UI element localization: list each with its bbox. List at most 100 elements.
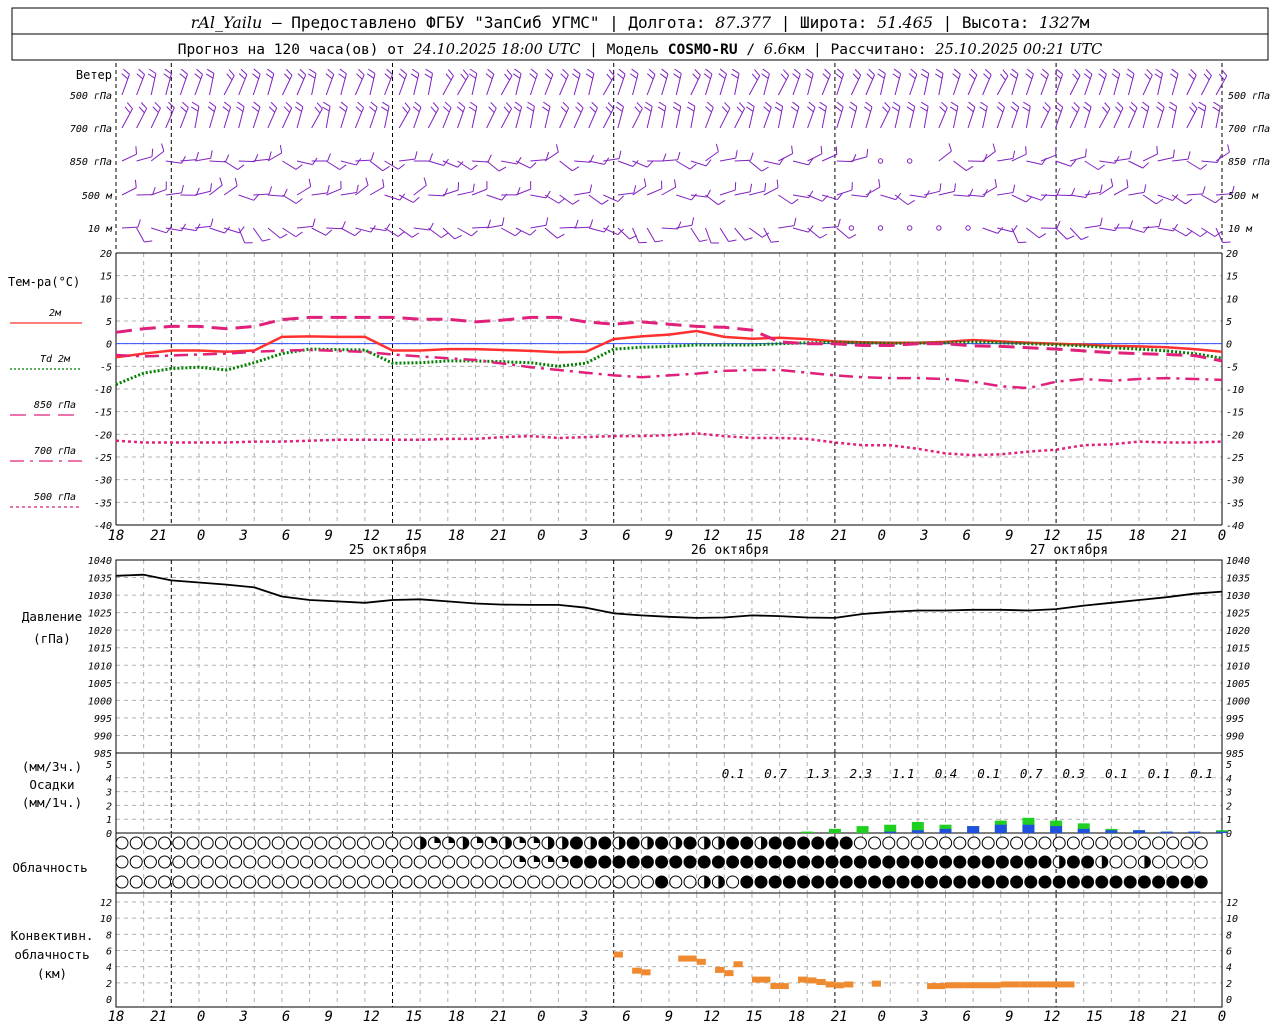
press-ytick-left-2: 1030 — [88, 591, 112, 602]
wind-barb-flag-3-45-0 — [791, 198, 799, 205]
wind-barb-flag-0-34-1 — [617, 73, 624, 80]
cloud-symbol-2-28 — [513, 875, 527, 889]
wind-barb-2-27 — [515, 160, 537, 169]
wind-barb-1-58 — [966, 101, 976, 129]
wind-barb-staff-1-1 — [136, 108, 148, 129]
wind-barb-2-73 — [1186, 160, 1208, 170]
cloud-circle-1-43 — [726, 855, 740, 869]
wind-barb-staff-3-55 — [924, 190, 940, 196]
hour-label-bottom-7: 15 — [405, 1009, 422, 1024]
wind-barb-0-32 — [585, 68, 595, 96]
wind-barb-flag-1-30-0 — [562, 101, 569, 109]
wind-barb-staff-1-41 — [719, 108, 731, 129]
wind-barb-4-46 — [792, 225, 814, 233]
wind-barb-flag-4-19-0 — [411, 232, 420, 238]
cloud-symbol-2-9 — [243, 875, 257, 889]
wind-barb-3-63 — [1040, 188, 1061, 197]
wind-barb-4-5 — [194, 218, 214, 229]
wind-barb-2-71 — [1157, 149, 1175, 162]
press-ytick-right-8: 1000 — [1226, 696, 1250, 707]
wind-barb-0-36 — [646, 68, 656, 96]
wind-barb-flag-0-17-0 — [368, 68, 376, 74]
wind-barb-flag-0-40-1 — [703, 73, 711, 79]
cloud-symbol-0-0 — [115, 836, 129, 850]
wind-barb-staff-0-22 — [442, 75, 454, 96]
wind-barb-2-45 — [778, 145, 794, 162]
hour-label-bottom-4: 6 — [282, 1009, 290, 1024]
wind-barb-0-1 — [136, 68, 146, 96]
cloud-symbol-2-43 — [726, 875, 740, 889]
wind-barb-flag-3-42-0 — [749, 183, 753, 192]
wind-barb-1-39 — [686, 101, 696, 129]
wind-barb-flag-1-27-1 — [513, 106, 521, 112]
wind-barb-staff-2-46 — [792, 160, 809, 166]
wind-barb-staff-3-70 — [1142, 194, 1157, 205]
wind-barb-flag-1-23-1 — [456, 106, 464, 113]
header-segment-2: | Модель — [580, 42, 667, 58]
cloud-circle-0-63 — [1010, 836, 1024, 850]
wind-barb-staff-0-39 — [690, 74, 701, 96]
cloud-symbol-0-70 — [1109, 836, 1123, 850]
wind-barb-flag-1-68-0 — [1116, 101, 1124, 109]
wind-barb-flag-0-69-0 — [1127, 68, 1135, 75]
wind-barb-staff-4-21 — [428, 227, 442, 239]
cloud-symbol-0-47 — [782, 836, 796, 850]
wind-barb-staff-4-30 — [559, 226, 576, 229]
cloud-symbol-0-12 — [285, 836, 299, 850]
cloud-circle-1-18 — [371, 855, 385, 869]
wind-barb-flag-4-22-0 — [454, 234, 463, 240]
wind-barb-1-35 — [632, 102, 643, 129]
wind-barb-flag-1-29-1 — [541, 106, 550, 112]
convective-bar-0 — [613, 951, 623, 958]
hour-label-top-17: 21 — [831, 528, 848, 544]
cloud-circle-2-1 — [129, 875, 143, 889]
cloud-circle-0-53 — [868, 836, 882, 850]
wind-calm-4-56 — [936, 225, 942, 231]
wind-barb-flag-0-2-1 — [147, 73, 156, 79]
cloud-symbol-0-67 — [1066, 836, 1080, 850]
wind-barb-staff-2-12 — [296, 160, 313, 166]
wind-barb-2-7 — [223, 160, 245, 171]
wind-barb-flag-0-70-0 — [1146, 68, 1153, 76]
wind-barb-flag-1-63-0 — [1044, 101, 1051, 109]
wind-barb-flag-4-66-0 — [1100, 217, 1103, 226]
cloud-symbol-1-39 — [669, 855, 683, 869]
wind-barb-flag-1-21-0 — [432, 102, 439, 109]
wind-barb-staff-3-8 — [238, 194, 254, 201]
wind-barb-0-12 — [296, 68, 307, 96]
cloud-symbol-0-34 — [598, 836, 612, 850]
cloud-symbol-1-54 — [882, 855, 896, 869]
wind-barb-2-34 — [617, 160, 639, 167]
wind-barb-staff-3-60 — [997, 192, 1014, 196]
wind-barb-flag-2-1-0 — [151, 148, 154, 157]
cloud-symbol-0-73 — [1152, 836, 1166, 850]
precip-bar-blue-16 — [1216, 831, 1228, 833]
cloud-symbol-2-40 — [683, 875, 697, 889]
precip-ytick-right-0: 5 — [1226, 760, 1232, 771]
wind-barb-flag-0-23-0 — [462, 69, 469, 77]
wind-barb-staff-2-43 — [748, 160, 762, 172]
wind-barb-flag-2-14-0 — [339, 164, 347, 171]
wind-barb-staff-2-67 — [1099, 160, 1116, 164]
cloud-circle-0-17 — [356, 836, 370, 850]
wind-barb-staff-3-50 — [851, 194, 868, 198]
cloud-half-0-41 — [704, 837, 711, 849]
cloud-symbol-0-10 — [257, 836, 271, 850]
press-ytick-left-3: 1025 — [88, 609, 112, 620]
wind-barb-staff-3-74 — [1201, 194, 1216, 204]
wind-barb-4-8 — [238, 227, 253, 244]
wind-barb-flag-2-33-0 — [618, 150, 622, 159]
day-label-2: 27 октября — [1030, 543, 1108, 558]
hour-label-bottom-24: 18 — [1128, 1009, 1145, 1024]
wind-barb-flag-4-33-0 — [617, 228, 624, 236]
wind-barb-staff-2-60 — [997, 158, 1014, 162]
cloud-symbol-0-37 — [640, 836, 654, 850]
legend-label-4: 500 гПа — [34, 492, 76, 503]
hour-label-bottom-1: 21 — [150, 1009, 167, 1024]
wind-level-right-2: 850 гПа — [1228, 157, 1270, 168]
cloud-symbol-0-45 — [754, 836, 768, 850]
cloud-symbol-2-45 — [754, 875, 768, 889]
cloud-circle-2-51 — [839, 875, 853, 889]
wind-barb-2-28 — [530, 151, 550, 162]
cloud-symbol-1-36 — [626, 855, 640, 869]
